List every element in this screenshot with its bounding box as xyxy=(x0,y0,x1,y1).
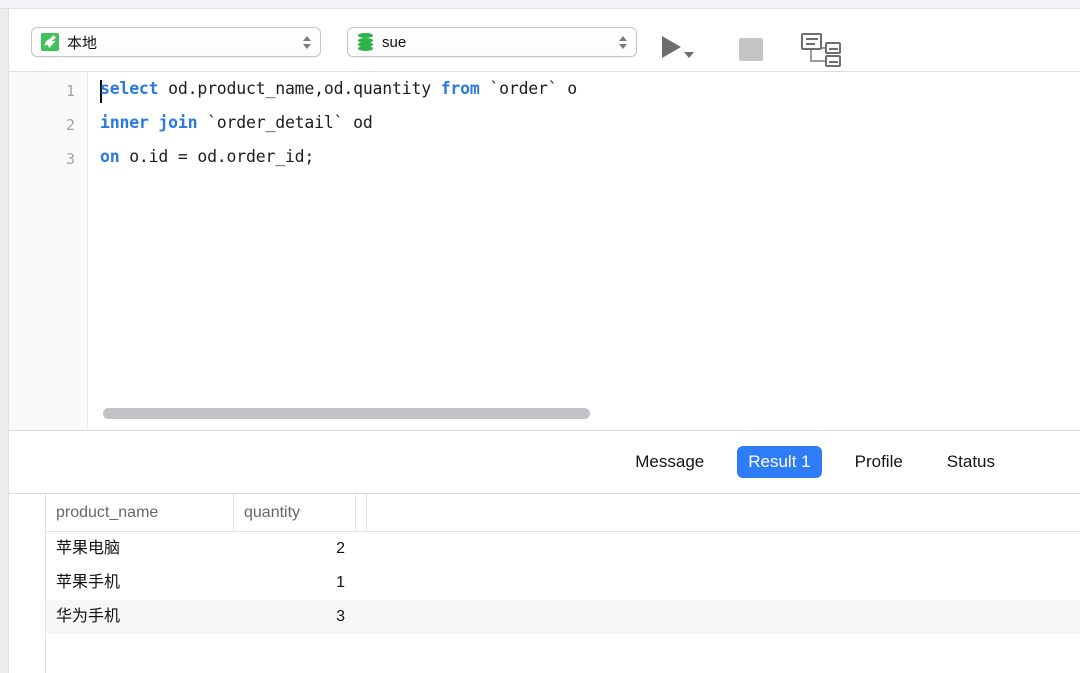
results-table: product_name quantity 苹果电脑2苹果手机1华为手机3 xyxy=(9,494,1080,673)
row-header-column xyxy=(9,494,46,673)
explain-plan-tree-icon xyxy=(801,33,822,50)
editor-scrollbar-thumb[interactable] xyxy=(103,408,590,419)
explain-child-node-2-icon xyxy=(825,55,841,67)
cell-quantity[interactable]: 1 xyxy=(234,566,356,600)
sql-code-area[interactable]: select od.product_name,od.quantity from … xyxy=(89,72,1080,430)
code-line[interactable]: on o.id = od.order_id; xyxy=(100,147,314,166)
line-number: 2 xyxy=(15,116,75,134)
cell-quantity[interactable]: 2 xyxy=(234,532,356,566)
explain-child-node-1-icon xyxy=(825,42,841,54)
database-label: sue xyxy=(382,34,614,51)
tab-result-1[interactable]: Result 1 xyxy=(737,446,821,478)
line-number-gutter: 1 2 3 xyxy=(9,72,88,430)
left-rail xyxy=(0,9,9,673)
code-line[interactable]: inner join `order_detail` od xyxy=(100,113,373,132)
cell-product-name[interactable]: 华为手机 xyxy=(46,600,234,634)
sql-text: od.product_name,od.quantity xyxy=(158,79,440,98)
mysql-dolphin-icon xyxy=(41,33,59,51)
table-row[interactable]: 苹果手机1 xyxy=(46,566,1080,600)
tab-message[interactable]: Message xyxy=(624,446,715,478)
sql-keyword: select xyxy=(100,79,158,98)
column-header-product-name[interactable]: product_name xyxy=(46,494,234,531)
sql-text: `order_detail` od xyxy=(197,113,372,132)
tab-profile[interactable]: Profile xyxy=(844,446,914,478)
results-tabs: Message Result 1 Profile Status xyxy=(9,431,1006,493)
table-row[interactable]: 华为手机3 xyxy=(46,600,1080,634)
column-header-quantity[interactable]: quantity xyxy=(234,494,356,531)
cell-product-name[interactable]: 苹果电脑 xyxy=(46,532,234,566)
sql-text: o.id = od.order_id; xyxy=(119,147,314,166)
sql-keyword: on xyxy=(100,147,119,166)
database-stepper-icon[interactable] xyxy=(614,29,632,55)
explain-connector-bottom xyxy=(810,60,825,62)
window-top-strip xyxy=(0,0,1080,9)
caret-down-icon[interactable] xyxy=(684,52,694,58)
connection-stepper-icon[interactable] xyxy=(298,29,316,55)
play-icon xyxy=(662,36,681,58)
line-number: 3 xyxy=(15,150,75,168)
sql-text: `order` o xyxy=(480,79,577,98)
table-row[interactable]: 苹果电脑2 xyxy=(46,532,1080,566)
explain-plan-button[interactable] xyxy=(801,33,841,66)
code-line[interactable]: select od.product_name,od.quantity from … xyxy=(100,79,577,98)
run-button[interactable] xyxy=(662,34,708,62)
toolbar: 本地 sue xyxy=(9,10,1080,72)
database-select[interactable]: sue xyxy=(347,27,637,57)
stop-button[interactable] xyxy=(739,38,763,61)
results-tab-bar: Message Result 1 Profile Status xyxy=(9,430,1080,494)
tab-status[interactable]: Status xyxy=(936,446,1006,478)
sql-editor[interactable]: 1 2 3 select od.product_name,od.quantity f… xyxy=(9,72,1080,430)
database-icon xyxy=(357,33,374,51)
connection-label: 本地 xyxy=(67,32,298,53)
sql-keyword: from xyxy=(441,79,480,98)
table-header-row: product_name quantity xyxy=(46,494,1080,532)
line-number: 1 xyxy=(15,82,75,100)
column-header-filler xyxy=(356,494,367,531)
cell-quantity[interactable]: 3 xyxy=(234,600,356,634)
cell-product-name[interactable]: 苹果手机 xyxy=(46,566,234,600)
connection-select[interactable]: 本地 xyxy=(31,27,321,57)
editor-horizontal-scrollbar[interactable] xyxy=(89,404,1009,422)
sql-keyword: inner join xyxy=(100,113,197,132)
